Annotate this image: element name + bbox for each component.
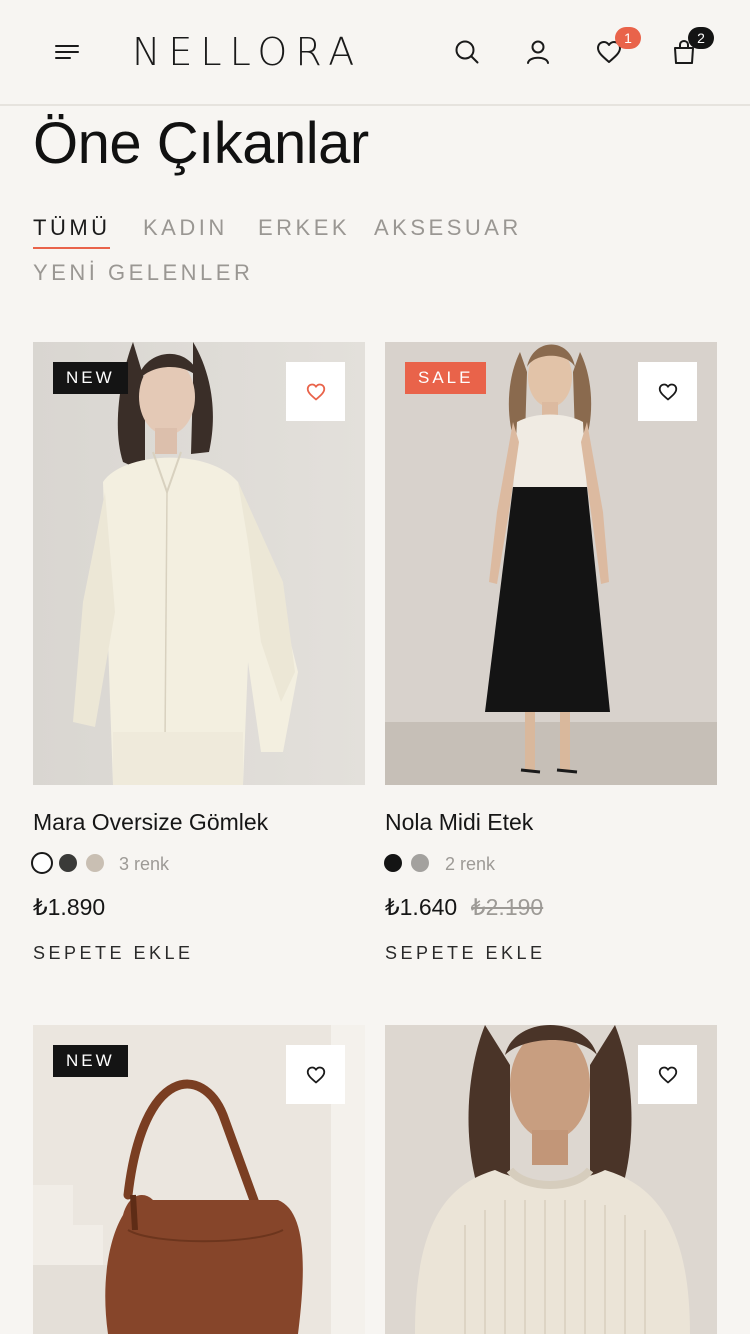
new-tag: NEW [53, 1045, 128, 1077]
color-swatch-beige[interactable] [86, 854, 104, 872]
color-count: 3 renk [119, 854, 170, 874]
heart-icon [306, 1066, 325, 1083]
heart-icon [658, 383, 677, 400]
tab-kadin[interactable]: KADIN [143, 214, 228, 242]
product-name[interactable]: Nola Midi Etek [385, 808, 533, 836]
add-to-cart-button[interactable]: SEPETE EKLE [33, 942, 194, 964]
heart-icon [306, 383, 325, 400]
favorite-button[interactable] [286, 1045, 345, 1104]
favorite-button[interactable] [638, 362, 697, 421]
color-swatch-white[interactable] [31, 852, 53, 874]
add-to-cart-button[interactable]: SEPETE EKLE [385, 942, 546, 964]
color-swatch-black[interactable] [384, 854, 402, 872]
tab-yeni-gelenler[interactable]: YENİ GELENLER [33, 259, 253, 287]
sale-tag: SALE [405, 362, 487, 394]
page-title: Öne Çıkanlar [33, 111, 369, 176]
product-price: ₺1.890 [33, 894, 106, 920]
color-swatch-charcoal[interactable] [59, 854, 77, 872]
color-swatch-gray[interactable] [411, 854, 429, 872]
color-count: 2 renk [445, 854, 496, 874]
new-tag: NEW [53, 362, 128, 394]
menu-icon[interactable] [45, 30, 89, 74]
favorite-button[interactable] [638, 1045, 697, 1104]
tab-erkek[interactable]: ERKEK [258, 214, 350, 242]
product-price: ₺1.640 [385, 894, 458, 920]
product-old-price: ₺2.190 [471, 894, 544, 920]
product-name[interactable]: Mara Oversize Gömlek [33, 808, 268, 836]
tab-aksesuar[interactable]: AKSESUAR [374, 214, 522, 242]
favorite-button[interactable] [286, 362, 345, 421]
header: NELLORA 1 2 [0, 0, 750, 106]
heart-icon [658, 1066, 677, 1083]
brand-logo[interactable]: NELLORA [132, 32, 400, 72]
account-icon[interactable] [516, 30, 560, 74]
active-tab-indicator [33, 247, 110, 249]
wishlist-count-badge: 1 [615, 27, 641, 49]
cart-count-badge: 2 [688, 27, 714, 49]
search-icon[interactable] [445, 30, 489, 74]
tab-tumu[interactable]: TÜMÜ [33, 214, 111, 242]
